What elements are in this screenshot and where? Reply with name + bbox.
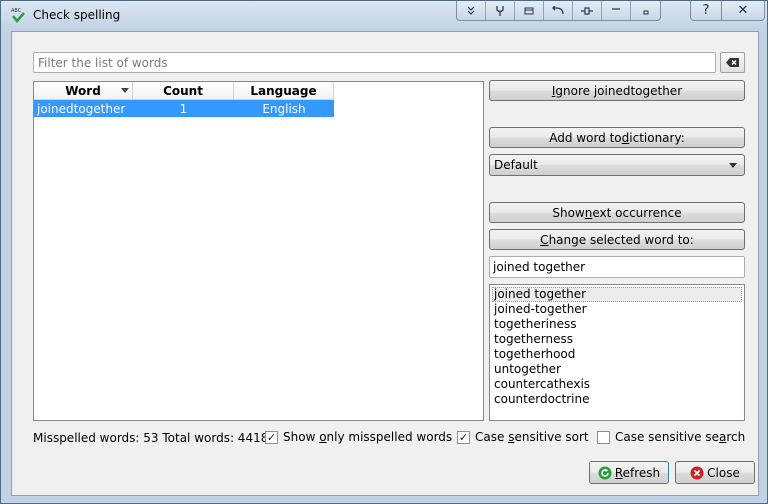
help-button[interactable]: ? bbox=[690, 1, 722, 21]
shade-icon[interactable] bbox=[515, 1, 544, 20]
list-item[interactable]: counterdoctrine bbox=[490, 392, 744, 407]
clear-filter-button[interactable] bbox=[720, 52, 745, 73]
column-header-word[interactable]: Word bbox=[34, 82, 133, 99]
dictionary-select[interactable]: Default bbox=[489, 154, 745, 176]
svg-text:ABC: ABC bbox=[11, 8, 22, 14]
sort-arrow-icon bbox=[121, 88, 129, 93]
list-item[interactable]: togetheriness bbox=[490, 317, 744, 332]
list-item[interactable]: togetherness bbox=[490, 332, 744, 347]
help-icon: ? bbox=[702, 3, 710, 18]
collapse-icon[interactable] bbox=[457, 1, 486, 20]
table-row[interactable]: joinedtogether 1 English bbox=[34, 100, 334, 117]
column-header-language[interactable]: Language bbox=[234, 82, 334, 99]
checkbox-box[interactable] bbox=[597, 430, 610, 444]
list-item[interactable]: joined-together bbox=[490, 302, 744, 317]
plug-icon[interactable] bbox=[573, 1, 602, 20]
word-count-status: Misspelled words: 53 Total words: 4418 bbox=[33, 431, 269, 445]
case-sensitive-sort-checkbox[interactable]: ✓ Case sensitive sort bbox=[457, 430, 589, 444]
restore-icon[interactable] bbox=[631, 1, 660, 20]
ignore-button[interactable]: Ignore joinedtogether bbox=[489, 80, 745, 101]
suggestions-list[interactable]: joined together joined-together together… bbox=[489, 284, 745, 421]
change-word-button[interactable]: Change selected word to: bbox=[489, 229, 745, 250]
replacement-field-wrapper bbox=[489, 256, 745, 278]
dialog-body: Word Count Language joinedtogether 1 Eng… bbox=[11, 31, 759, 496]
table-header: Word Count Language bbox=[34, 82, 334, 100]
show-next-occurrence-button[interactable]: Show n ext occurrence bbox=[489, 202, 745, 223]
refresh-button[interactable]: Refresh bbox=[589, 461, 669, 484]
refresh-icon bbox=[598, 466, 612, 479]
window-close-button[interactable]: ✕ bbox=[721, 1, 765, 21]
window-title: Check spelling bbox=[33, 8, 121, 22]
cell-word: joinedtogether bbox=[37, 101, 126, 116]
list-item[interactable]: countercathexis bbox=[490, 377, 744, 392]
title-bar[interactable]: ABC Check spelling ? ✕ bbox=[1, 1, 767, 29]
chevron-down-icon bbox=[729, 163, 737, 168]
list-item[interactable]: togetherhood bbox=[490, 347, 744, 362]
add-to-dictionary-button[interactable]: Add word to d ictionary: bbox=[489, 127, 745, 148]
misspelled-words-table[interactable]: Word Count Language joinedtogether 1 Eng… bbox=[33, 81, 484, 421]
pin-icon[interactable] bbox=[486, 1, 515, 20]
close-icon: ✕ bbox=[737, 3, 749, 18]
checkbox-box[interactable]: ✓ bbox=[265, 430, 278, 444]
only-misspelled-checkbox[interactable]: ✓ Show only misspelled words bbox=[265, 430, 452, 444]
cell-count: 1 bbox=[179, 101, 188, 116]
list-item[interactable]: joined together bbox=[492, 287, 742, 302]
clear-text-icon bbox=[726, 58, 739, 67]
checkbox-box[interactable]: ✓ bbox=[457, 430, 470, 444]
list-item[interactable]: untogether bbox=[490, 362, 744, 377]
window-tools bbox=[456, 1, 661, 21]
filter-field-wrapper bbox=[33, 52, 716, 73]
cell-language: English bbox=[262, 101, 306, 116]
dialog-window: ABC Check spelling ? ✕ Filter the list o… bbox=[0, 0, 768, 504]
case-sensitive-search-checkbox[interactable]: Case sensitive search bbox=[597, 430, 745, 444]
column-header-count[interactable]: Count bbox=[133, 82, 234, 99]
spellcheck-icon: ABC bbox=[11, 8, 25, 23]
close-button[interactable]: Close bbox=[675, 461, 755, 484]
filter-input[interactable] bbox=[34, 53, 715, 72]
replacement-input[interactable] bbox=[490, 257, 744, 277]
close-circle-icon bbox=[690, 466, 704, 479]
undo-icon[interactable] bbox=[544, 1, 573, 20]
minimize-icon[interactable] bbox=[602, 1, 631, 20]
